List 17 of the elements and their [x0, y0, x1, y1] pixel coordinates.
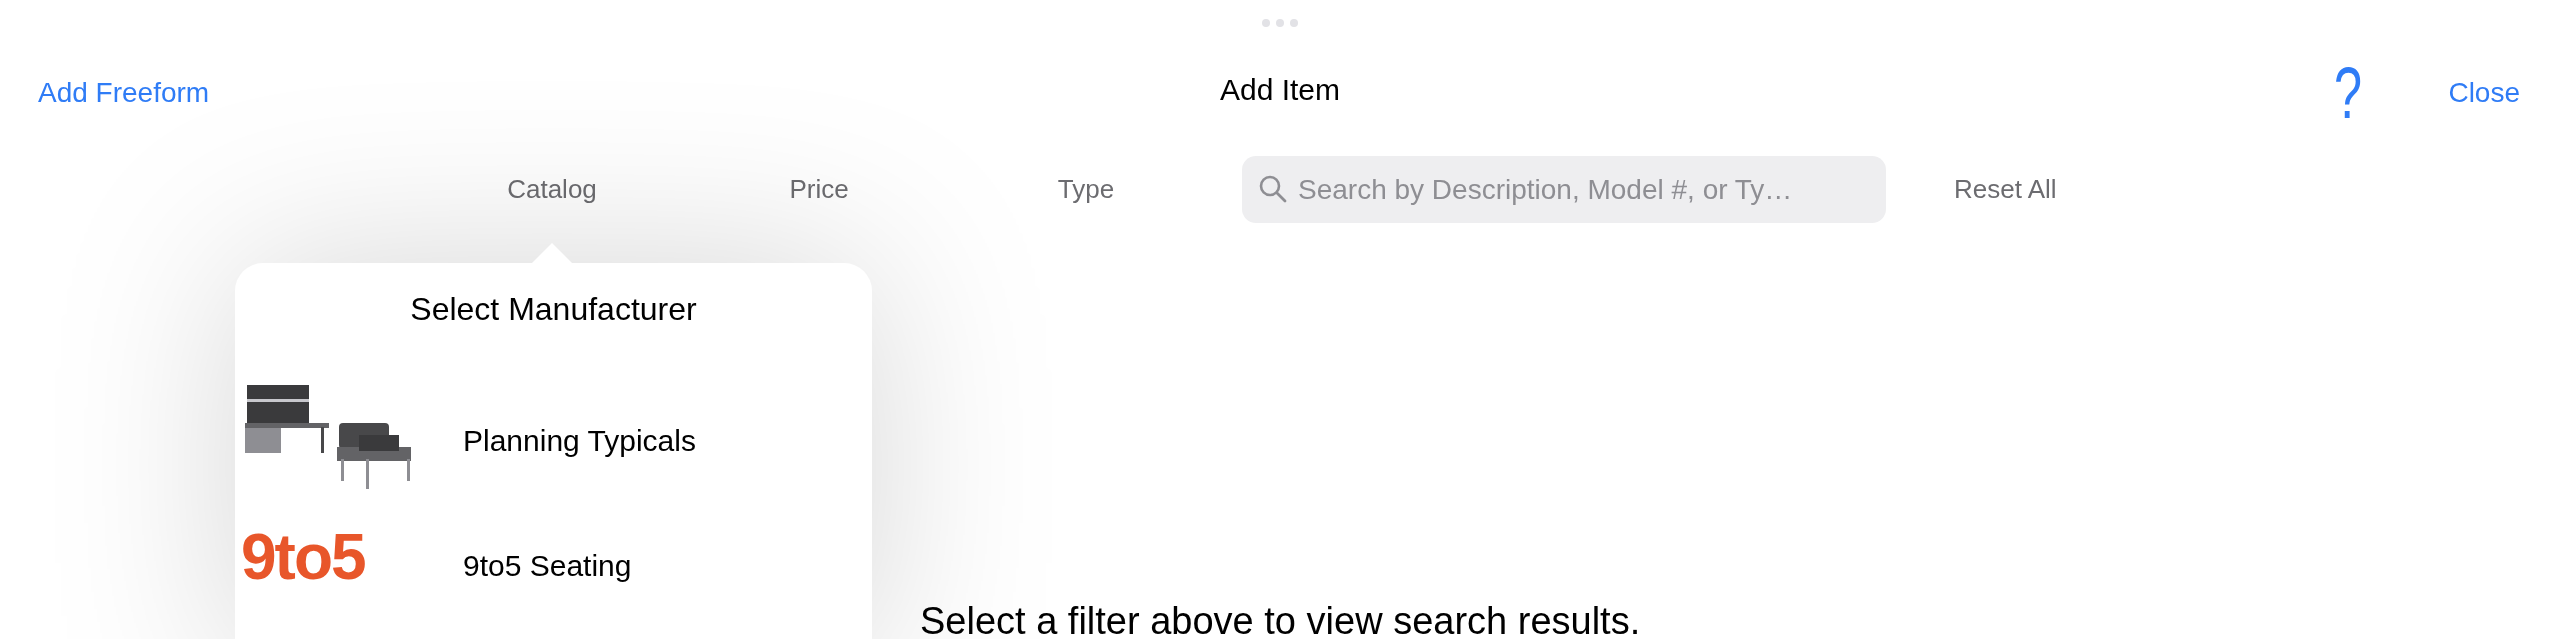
filter-tab[interactable]: Type	[986, 174, 1186, 205]
add-freeform-button[interactable]: Add Freeform	[38, 77, 210, 109]
manufacturer-name: Planning Typicals	[463, 424, 696, 458]
reset-all-button[interactable]: Reset All	[1954, 174, 2057, 205]
brand-logo: 9to5	[241, 525, 365, 589]
help-button[interactable]: ?	[2334, 57, 2363, 129]
empty-message: Select a filter above to view search results.	[920, 600, 1641, 639]
filter-tab[interactable]: Price	[719, 174, 919, 205]
search-field[interactable]: Search by Description, Model #, or Ty…	[1242, 156, 1886, 223]
manufacturer-name: 9to5 Seating	[463, 549, 632, 583]
filter-tab[interactable]: Catalog	[452, 174, 652, 205]
popover-title: Select Manufacturer	[409, 290, 698, 329]
manufacturer-item[interactable]: Planning Typicals	[235, 371, 872, 511]
close-button[interactable]: Close	[2448, 77, 2520, 109]
grabber-icon	[1260, 18, 1300, 28]
manufacturer-item[interactable]: 9to5 9to5 Seating	[235, 511, 872, 635]
window-title: Add Item	[1218, 73, 1342, 107]
